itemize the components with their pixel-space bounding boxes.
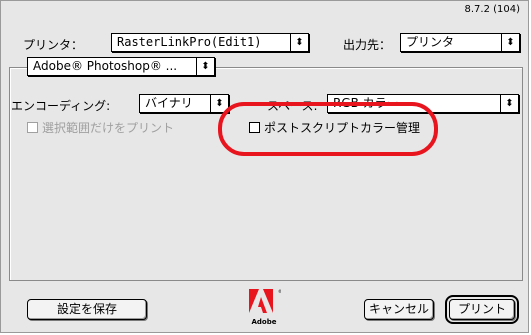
cancel-button[interactable]: キャンセル bbox=[364, 299, 434, 320]
encoding-label: エンコーディング: bbox=[11, 99, 111, 113]
destination-popup[interactable]: プリンタ ⬍ bbox=[400, 33, 520, 52]
destination-label: 出力先： bbox=[343, 38, 392, 52]
printer-popup[interactable]: RasterLinkPro(Edit1) ⬍ bbox=[111, 33, 309, 52]
printer-label: プリンタ： bbox=[23, 38, 84, 52]
popup-arrow-icon: ⬍ bbox=[196, 58, 214, 75]
save-settings-button[interactable]: 設定を保存 bbox=[27, 299, 147, 320]
adobe-wordmark: Adobe bbox=[252, 318, 277, 326]
plugin-menu-value: Adobe® Photoshop® ... bbox=[33, 59, 178, 73]
print-selection-checkbox[interactable] bbox=[27, 122, 38, 133]
svg-text:®: ® bbox=[278, 289, 281, 294]
printer-value: RasterLinkPro(Edit1) bbox=[117, 35, 262, 49]
destination-value: プリンタ bbox=[406, 35, 455, 49]
encoding-popup[interactable]: バイナリ ⬍ bbox=[139, 94, 229, 113]
plugin-menu-popup[interactable]: Adobe® Photoshop® ... ⬍ bbox=[27, 57, 215, 76]
encoding-value: バイナリ bbox=[145, 96, 193, 110]
print-selection-label: 選択範囲だけをプリント bbox=[42, 121, 175, 135]
popup-arrow-icon: ⬍ bbox=[290, 34, 308, 51]
version-label: 8.7.2 (104) bbox=[464, 4, 520, 15]
print-button[interactable]: プリント bbox=[445, 295, 519, 324]
popup-arrow-icon: ⬍ bbox=[500, 95, 518, 112]
popup-arrow-icon: ⬍ bbox=[501, 34, 519, 51]
adobe-logo-icon: Adobe ® bbox=[249, 289, 281, 326]
annotation-highlight bbox=[218, 102, 438, 156]
print-dialog: 8.7.2 (104) プリンタ： RasterLinkPro(Edit1) ⬍… bbox=[0, 0, 529, 333]
